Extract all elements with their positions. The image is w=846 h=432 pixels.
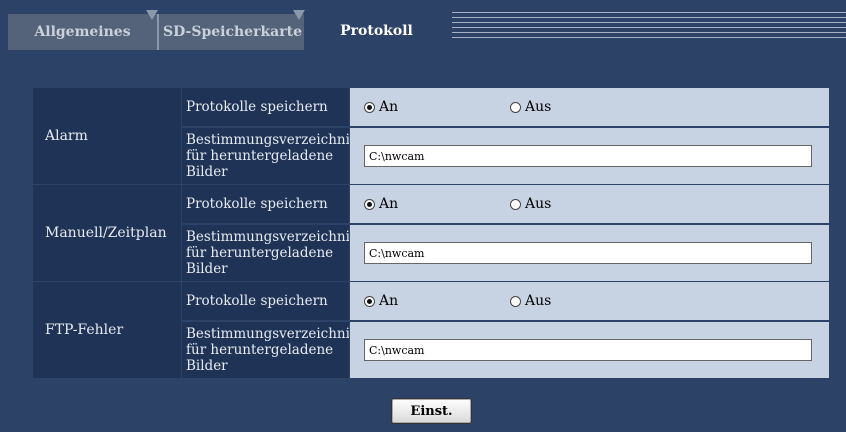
radio-label: Aus [525, 196, 552, 212]
destination-input[interactable] [364, 145, 812, 167]
group-title: Alarm [33, 88, 181, 184]
destination-input[interactable] [364, 242, 812, 264]
destination-input[interactable] [364, 339, 812, 361]
destination-label: Bestimmungsverzeichnis für heruntergelad… [181, 128, 357, 184]
radio-on[interactable]: An [364, 293, 510, 309]
radio-off[interactable]: Aus [510, 293, 551, 309]
radio-unselected-icon [510, 198, 521, 210]
radio-label: An [379, 99, 399, 115]
radio-unselected-icon [510, 101, 521, 113]
radio-on[interactable]: An [364, 99, 510, 115]
save-log-label: Protokolle speichern [181, 185, 349, 223]
group-title: Manuell/Zeitplan [33, 185, 181, 281]
tab-bar-decoration [452, 12, 846, 38]
radio-label: Aus [525, 99, 552, 115]
tab-separator [146, 10, 158, 20]
settings-group-manuell-zeitplan: Manuell/Zeitplan Protokolle speichern An… [33, 184, 829, 281]
radio-off[interactable]: Aus [510, 196, 551, 212]
radio-off[interactable]: Aus [510, 99, 551, 115]
radio-label: An [379, 196, 399, 212]
tab-sd-speicherkarte[interactable]: SD-Speicherkarte [157, 14, 306, 50]
radio-on[interactable]: An [364, 196, 510, 212]
group-title: FTP-Fehler [33, 282, 181, 378]
radio-selected-icon [364, 101, 375, 113]
settings-group-alarm: Alarm Protokolle speichern An Aus Bestim… [33, 87, 829, 184]
save-log-label: Protokolle speichern [181, 88, 349, 126]
destination-label: Bestimmungsverzeichnis für heruntergelad… [181, 225, 357, 281]
radio-selected-icon [364, 295, 375, 307]
radio-unselected-icon [510, 295, 521, 307]
settings-group-ftp-fehler: FTP-Fehler Protokolle speichern An Aus B… [33, 281, 829, 378]
radio-label: An [379, 293, 399, 309]
save-log-label: Protokolle speichern [181, 282, 349, 320]
einst-button[interactable]: Einst. [391, 398, 472, 424]
destination-label: Bestimmungsverzeichnis für heruntergelad… [181, 322, 357, 378]
radio-label: Aus [525, 293, 552, 309]
settings-table: Alarm Protokolle speichern An Aus Bestim… [33, 87, 829, 378]
radio-selected-icon [364, 198, 375, 210]
tab-allgemeines[interactable]: Allgemeines [8, 14, 157, 50]
tab-bar: Allgemeines SD-Speicherkarte Protokoll [0, 0, 846, 50]
tab-protokoll[interactable]: Protokoll [304, 12, 449, 50]
